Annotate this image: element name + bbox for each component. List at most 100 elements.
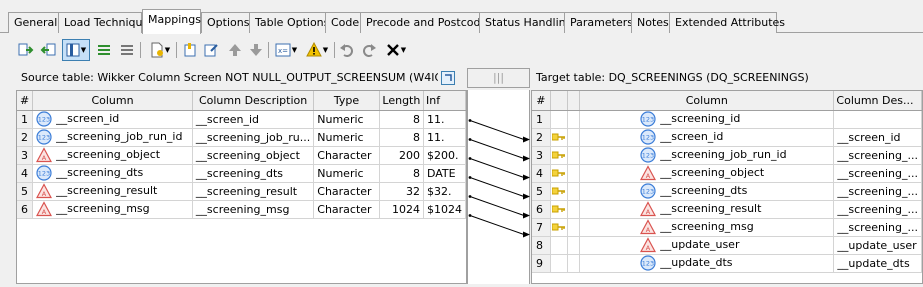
mapping-line[interactable]	[469, 196, 525, 216]
column-description-cell[interactable]: __screening_...	[833, 218, 922, 237]
column-type-cell[interactable]: Character	[313, 146, 380, 165]
tab-general[interactable]: General	[8, 12, 59, 33]
column-header-description[interactable]: Column Description	[192, 91, 315, 111]
unmap-all-icon[interactable]	[117, 39, 137, 61]
map-selected-icon[interactable]	[16, 39, 36, 61]
expression-icon[interactable]: x= ▼	[272, 39, 300, 61]
tab-options[interactable]: Options	[201, 12, 250, 33]
move-down-icon[interactable]	[246, 39, 266, 61]
column-header-length[interactable]: Length	[379, 91, 424, 111]
column-description-cell[interactable]: __screening_...	[833, 146, 922, 165]
tab-code[interactable]: Code	[325, 12, 361, 33]
tab-extended-attributes[interactable]: Extended Attributes	[669, 12, 785, 33]
mapping-lines-area[interactable]	[467, 90, 530, 284]
map-all-icon[interactable]	[94, 39, 114, 61]
column-length-cell[interactable]: 200	[379, 146, 424, 165]
source-row[interactable]: 1 123 __screen_id __screen_id Numeric 8 11.	[17, 110, 466, 129]
column-description-cell[interactable]: __screening_dts	[192, 164, 315, 183]
source-row[interactable]: 2 123 __screening_job_run_id __screening_jo…	[17, 128, 466, 147]
column-informat-cell[interactable]: 11.	[423, 110, 466, 129]
tab-parameters[interactable]: Parameters	[564, 12, 633, 33]
redo-icon[interactable]	[359, 39, 379, 61]
column-name-cell[interactable]: 123 __screening_id	[579, 110, 835, 129]
tab-precode-postcode[interactable]: Precode and Postcode	[360, 12, 487, 33]
tab-status-handling[interactable]: Status Handling	[479, 12, 573, 33]
source-row[interactable]: 4 123 __screening_dts __screening_dts Numeri…	[17, 164, 466, 183]
target-row[interactable]: 3 123 __screening_job_run_id __screening_..…	[532, 146, 922, 165]
column-type-cell[interactable]: Numeric	[313, 164, 380, 183]
column-length-cell[interactable]: 32	[379, 182, 424, 201]
column-name-cell[interactable]: 123 __screen_id	[579, 128, 835, 147]
target-row[interactable]: 5 123 __screening_dts __screening_...	[532, 182, 922, 201]
column-length-cell[interactable]: 8	[379, 164, 424, 183]
column-name-cell[interactable]: A __screening_msg	[579, 218, 835, 237]
column-description-cell[interactable]	[833, 110, 922, 129]
mapping-line[interactable]	[469, 158, 525, 178]
column-informat-cell[interactable]: 11.	[423, 128, 466, 147]
column-informat-cell[interactable]: $32.	[423, 182, 466, 201]
mapping-line[interactable]	[469, 177, 525, 197]
column-name-cell[interactable]: 123 __screen_id	[32, 110, 193, 129]
column-header-type[interactable]: Type	[313, 91, 380, 111]
column-description-cell[interactable]: __screening_job_ru...	[192, 128, 315, 147]
column-length-cell[interactable]: 8	[379, 128, 424, 147]
move-up-icon[interactable]	[225, 39, 245, 61]
column-description-cell[interactable]: __screening_result	[192, 182, 315, 201]
mapping-line[interactable]	[469, 120, 525, 140]
target-row[interactable]: 6 A __screening_result __screening_...	[532, 200, 922, 219]
expand-source-button[interactable]	[441, 71, 455, 85]
new-column-icon[interactable]: ▼	[146, 39, 174, 61]
column-header-column[interactable]: Column	[579, 91, 835, 111]
tab-load-technique[interactable]: Load Technique	[58, 12, 149, 33]
export-columns-icon[interactable]	[201, 39, 221, 61]
column-description-cell[interactable]: __screen_id	[833, 128, 922, 147]
column-type-cell[interactable]: Numeric	[313, 110, 380, 129]
warning-icon[interactable]: ▼	[303, 39, 331, 61]
column-description-cell[interactable]: __screening_msg	[192, 200, 315, 219]
column-type-cell[interactable]: Character	[313, 200, 380, 219]
column-name-cell[interactable]: A __update_user	[579, 236, 835, 255]
unmap-icon[interactable]	[38, 39, 58, 61]
column-header-number[interactable]: #	[17, 91, 34, 111]
target-row[interactable]: 7 A __screening_msg __screening_...	[532, 218, 922, 237]
column-length-cell[interactable]: 1024	[379, 200, 424, 219]
column-type-cell[interactable]: Character	[313, 182, 380, 201]
column-name-cell[interactable]: 123 __update_dts	[579, 254, 835, 273]
column-name-cell[interactable]: A __screening_msg	[32, 200, 193, 219]
column-description-cell[interactable]: __update_user	[833, 236, 922, 255]
column-name-cell[interactable]: 123 __screening_job_run_id	[579, 146, 835, 165]
column-informat-cell[interactable]: $1024	[423, 200, 466, 219]
column-name-cell[interactable]: A __screening_object	[32, 146, 193, 165]
column-name-cell[interactable]: 123 __screening_job_run_id	[32, 128, 193, 147]
source-row[interactable]: 6 A __screening_msg __screening_msg Characte…	[17, 200, 466, 219]
columns-view-icon[interactable]: ▼	[62, 39, 90, 61]
column-name-cell[interactable]: 123 __screening_dts	[32, 164, 193, 183]
source-row[interactable]: 3 A __screening_object __screening_object Ch…	[17, 146, 466, 165]
column-name-cell[interactable]: A __screening_result	[32, 182, 193, 201]
mapping-line[interactable]	[469, 215, 525, 235]
tab-mappings[interactable]: Mappings	[142, 9, 201, 34]
column-header-flag[interactable]	[567, 91, 581, 111]
source-row[interactable]: 5 A __screening_result __screening_result Ch…	[17, 182, 466, 201]
target-row[interactable]: 8 A __update_user __update_user	[532, 236, 922, 255]
delete-icon[interactable]: ▼	[382, 39, 410, 61]
target-row[interactable]: 9 123 __update_dts __update_dts	[532, 254, 922, 273]
column-header-number[interactable]: #	[532, 91, 551, 111]
mapping-line[interactable]	[469, 139, 525, 159]
column-header-description[interactable]: Column Des...	[833, 91, 922, 111]
column-header-informat[interactable]: Inf	[423, 91, 466, 111]
column-header-column[interactable]: Column	[32, 91, 193, 111]
tab-table-options[interactable]: Table Options	[249, 12, 329, 33]
column-type-cell[interactable]: Numeric	[313, 128, 380, 147]
import-columns-icon[interactable]	[180, 39, 200, 61]
column-name-cell[interactable]: A __screening_object	[579, 164, 835, 183]
column-description-cell[interactable]: __update_dts	[833, 254, 922, 273]
column-description-cell[interactable]: __screening_...	[833, 200, 922, 219]
mapping-splitter-handle[interactable]: |||	[467, 68, 530, 88]
target-row[interactable]: 4 A __screening_object __screening_...	[532, 164, 922, 183]
undo-icon[interactable]	[337, 39, 357, 61]
column-header-mapped[interactable]	[550, 91, 568, 111]
column-name-cell[interactable]: A __screening_result	[579, 200, 835, 219]
target-row[interactable]: 2 123 __screen_id __screen_id	[532, 128, 922, 147]
column-description-cell[interactable]: __screen_id	[192, 110, 315, 129]
